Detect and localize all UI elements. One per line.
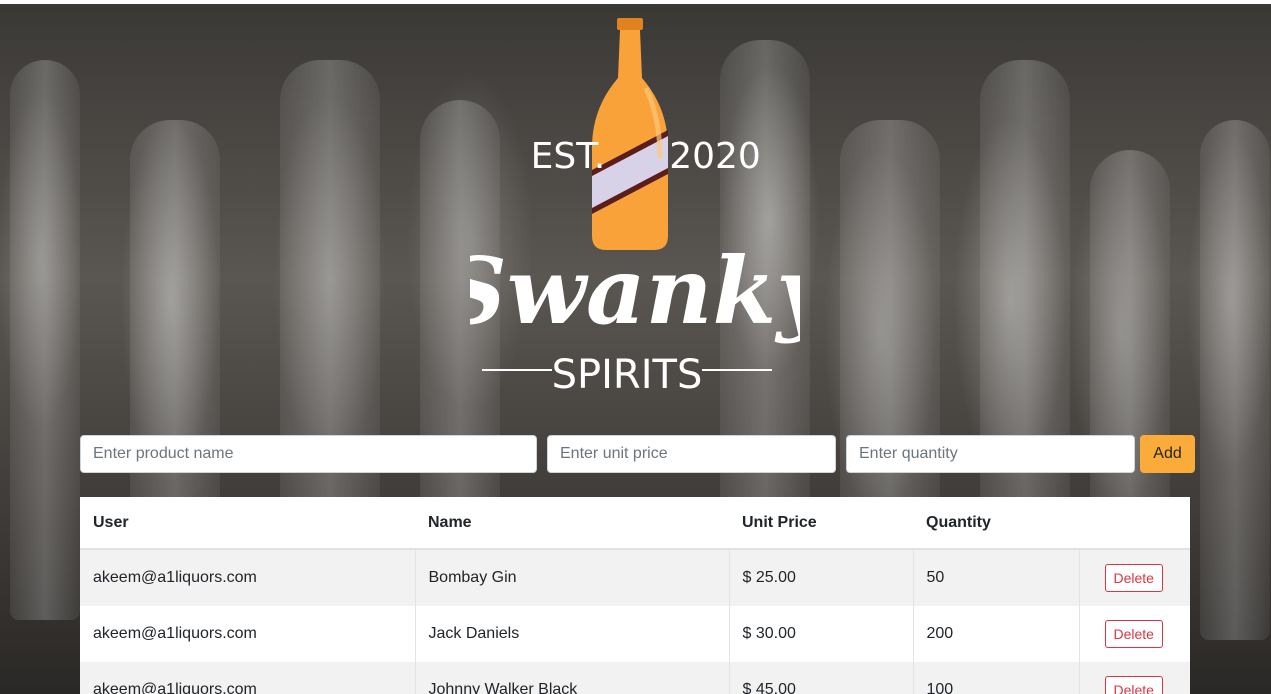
table-row: akeem@a1liquors.com Bombay Gin $ 25.00 5…	[80, 549, 1190, 606]
table-row: akeem@a1liquors.com Jack Daniels $ 30.00…	[80, 606, 1190, 662]
add-button[interactable]: Add	[1140, 435, 1195, 473]
cell-actions: Delete	[1079, 606, 1190, 662]
cell-quantity: 100	[913, 662, 1080, 694]
products-table: User Name Unit Price Quantity akeem@a1li…	[80, 497, 1190, 694]
delete-button[interactable]: Delete	[1104, 564, 1163, 592]
unit-price-input[interactable]	[547, 435, 836, 473]
table-header-row: User Name Unit Price Quantity	[80, 497, 1190, 550]
cell-name: Jack Daniels	[415, 606, 730, 662]
header-name: Name	[415, 497, 729, 550]
cell-price: $ 45.00	[729, 662, 914, 694]
product-name-input[interactable]	[80, 435, 537, 473]
table-row: akeem@a1liquors.com Johnny Walker Black …	[80, 662, 1190, 694]
header-user: User	[80, 497, 415, 550]
brand-subtitle: SPIRITS	[552, 352, 703, 398]
year-label: 2020	[669, 136, 761, 177]
cell-name: Bombay Gin	[415, 549, 730, 606]
delete-button[interactable]: Delete	[1104, 620, 1163, 648]
header-unit-price: Unit Price	[729, 497, 913, 550]
cell-user: akeem@a1liquors.com	[80, 606, 416, 662]
header-actions	[1079, 497, 1190, 550]
cell-actions: Delete	[1079, 549, 1190, 606]
est-label: EST.	[531, 136, 606, 177]
cell-quantity: 50	[913, 549, 1080, 606]
header-quantity: Quantity	[913, 497, 1079, 550]
cell-price: $ 25.00	[729, 549, 914, 606]
brand-name: Swanky	[470, 237, 800, 345]
bottle-icon	[592, 18, 668, 250]
quantity-input[interactable]	[846, 435, 1135, 473]
cell-user: akeem@a1liquors.com	[80, 662, 416, 694]
cell-name: Johnny Walker Black	[415, 662, 730, 694]
page: EST. 2020 Swanky SPIRITS Add User Name U…	[0, 0, 1271, 694]
cell-quantity: 200	[913, 606, 1080, 662]
delete-button[interactable]: Delete	[1104, 676, 1163, 694]
add-product-form: Add	[80, 435, 1195, 473]
cell-actions: Delete	[1079, 662, 1190, 694]
cell-user: akeem@a1liquors.com	[80, 549, 416, 606]
top-strip	[0, 0, 1271, 4]
swanky-spirits-logo: EST. 2020 Swanky SPIRITS	[470, 18, 800, 398]
cell-price: $ 30.00	[729, 606, 914, 662]
